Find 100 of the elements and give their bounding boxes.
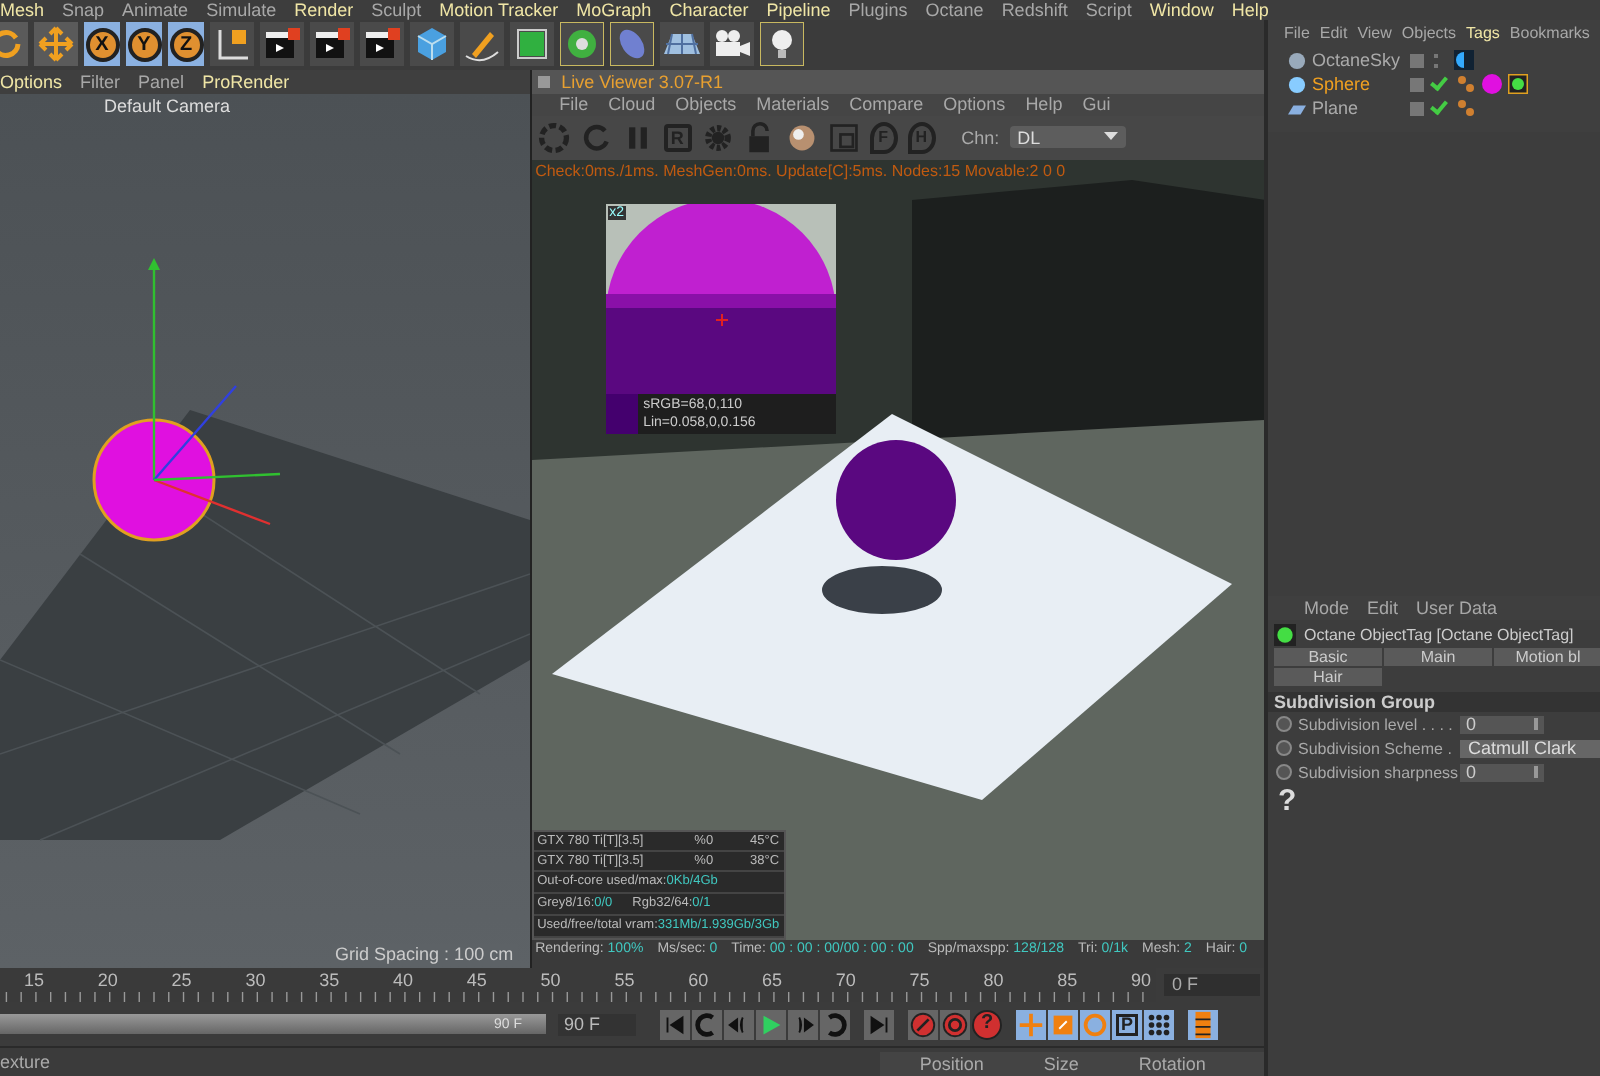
column-header: Rotation bbox=[1138, 1054, 1206, 1074]
end-frame-field[interactable]: 90 F bbox=[558, 1013, 636, 1036]
menu-item[interactable]: Cloud bbox=[608, 94, 656, 115]
menu-item[interactable]: Edit bbox=[1367, 598, 1399, 618]
rotate-icon[interactable] bbox=[1080, 1009, 1110, 1040]
animate-radio[interactable] bbox=[1276, 716, 1292, 732]
menu-item[interactable]: Panel bbox=[138, 71, 185, 92]
sky-tag-icon[interactable] bbox=[1454, 50, 1474, 70]
menu-item[interactable]: Render bbox=[294, 0, 354, 20]
menu-item[interactable]: Snap bbox=[62, 0, 105, 20]
attribute-tab[interactable]: Basic bbox=[1274, 648, 1382, 666]
menu-item[interactable]: File bbox=[1284, 24, 1310, 44]
menu-item[interactable]: Bookmarks bbox=[1509, 24, 1590, 44]
scale-icon[interactable] bbox=[1048, 1009, 1078, 1040]
phong-tag-icon[interactable] bbox=[1456, 98, 1476, 118]
animate-radio[interactable] bbox=[1276, 764, 1292, 780]
attribute-tab[interactable]: Main bbox=[1384, 648, 1492, 666]
object-tag-icon[interactable] bbox=[1508, 74, 1528, 94]
key-help-button[interactable]: ? bbox=[972, 1009, 1002, 1040]
camera-icon[interactable] bbox=[710, 22, 754, 67]
film-strip-icon[interactable] bbox=[1188, 1009, 1218, 1040]
menu-item[interactable]: Options bbox=[943, 94, 1006, 115]
animate-radio[interactable] bbox=[1276, 740, 1292, 756]
menu-item[interactable]: User Data bbox=[1416, 598, 1498, 618]
menu-item[interactable]: Redshift bbox=[1001, 0, 1068, 20]
menu-item[interactable]: Plugins bbox=[848, 0, 908, 20]
dots-grid-icon[interactable] bbox=[1144, 1009, 1174, 1040]
number-field[interactable]: 0 bbox=[1460, 763, 1544, 781]
scheme-dropdown[interactable]: Catmull Clark bbox=[1460, 739, 1600, 757]
light-bulb-icon[interactable] bbox=[760, 22, 804, 67]
render-stats-text: Check:0ms./1ms. MeshGen:0ms. Update[C]:5ms. Nodes:15 Movable:2 0 0 bbox=[535, 161, 1066, 180]
menu-item[interactable]: ProRender bbox=[202, 71, 290, 92]
object-name[interactable]: OctaneSky bbox=[1312, 50, 1404, 70]
menu-item[interactable]: Tags bbox=[1466, 24, 1500, 44]
number-field[interactable]: 0 bbox=[1460, 715, 1544, 733]
menu-item[interactable]: Sculpt bbox=[371, 0, 422, 20]
menu-item[interactable]: Materials bbox=[756, 94, 830, 115]
menu-item[interactable]: Motion Tracker bbox=[439, 0, 559, 20]
record-key-icon[interactable] bbox=[908, 1009, 938, 1040]
tab-label[interactable]: exture bbox=[0, 1052, 880, 1072]
menu-item[interactable]: Script bbox=[1085, 0, 1132, 20]
plane-icon bbox=[1288, 99, 1306, 117]
menu-item[interactable]: Options bbox=[0, 71, 63, 92]
axis-button[interactable]: X bbox=[84, 22, 120, 67]
menu-item[interactable]: Window bbox=[1149, 0, 1214, 20]
play-icon[interactable] bbox=[756, 1009, 786, 1040]
menu-item[interactable]: MoGraph bbox=[576, 0, 652, 20]
material-ball-icon[interactable] bbox=[785, 121, 818, 154]
attribute-tab[interactable]: Hair bbox=[1274, 668, 1382, 686]
step-forward-icon[interactable] bbox=[788, 1009, 818, 1040]
tick-label: 20 bbox=[97, 970, 118, 991]
auto-key-icon[interactable] bbox=[940, 1009, 970, 1040]
menu-item[interactable]: File bbox=[559, 94, 589, 115]
phong-tag-icon[interactable] bbox=[1456, 74, 1476, 94]
help-label[interactable]: ? bbox=[1268, 784, 1298, 818]
step-back-icon[interactable] bbox=[724, 1009, 754, 1040]
menu-item[interactable]: Filter bbox=[80, 71, 121, 92]
channel-dropdown[interactable]: DL bbox=[1009, 126, 1126, 149]
tick-label: 75 bbox=[909, 970, 930, 991]
menu-item[interactable]: Objects bbox=[1401, 24, 1457, 44]
enabled-checkmark[interactable] bbox=[1430, 72, 1448, 92]
parameter-key-button[interactable]: P bbox=[1112, 1009, 1142, 1040]
axis-button[interactable]: Y bbox=[126, 22, 162, 67]
tick-label: 45 bbox=[466, 970, 487, 991]
clapperboard-icon[interactable] bbox=[310, 22, 354, 67]
panel-handle-icon[interactable] bbox=[537, 75, 550, 88]
pen-icon[interactable] bbox=[460, 22, 504, 67]
timeline-ruler[interactable]: 15 20 25 30 35 40 45 50 55 60 65 70 75 80 85 90 bbox=[0, 968, 1156, 1003]
menu-item[interactable]: Character bbox=[669, 0, 749, 20]
cube-icon[interactable] bbox=[410, 22, 454, 67]
floor-icon[interactable] bbox=[660, 22, 704, 67]
frame-field[interactable]: 0 F bbox=[1164, 974, 1260, 997]
move-icon[interactable] bbox=[1016, 1009, 1046, 1040]
menu-item[interactable]: Compare bbox=[849, 94, 924, 115]
menu-item[interactable]: Help bbox=[1025, 94, 1063, 115]
menu-item[interactable]: Help bbox=[1231, 0, 1269, 20]
move-icon[interactable] bbox=[34, 22, 78, 67]
menu-item[interactable]: Animate bbox=[122, 0, 189, 20]
enabled-checkmark[interactable] bbox=[1430, 96, 1448, 116]
menu-item[interactable]: Octane bbox=[925, 0, 984, 20]
window-title: Live Viewer 3.07-R1 bbox=[561, 71, 723, 92]
coordinate-system-icon[interactable] bbox=[210, 22, 254, 67]
axis-button[interactable]: Z bbox=[168, 22, 204, 67]
column-header: Size bbox=[1043, 1054, 1079, 1074]
go-to-start-icon[interactable] bbox=[660, 1009, 690, 1040]
menu-item[interactable]: Objects bbox=[675, 94, 737, 115]
clapperboard-icon[interactable] bbox=[260, 22, 304, 67]
menu-item[interactable]: Mode bbox=[1304, 598, 1350, 618]
object-name[interactable]: Plane bbox=[1312, 98, 1404, 118]
object-name[interactable]: Sphere bbox=[1312, 74, 1404, 94]
menu-item[interactable]: Gui bbox=[1082, 94, 1111, 115]
menu-item[interactable]: Pipeline bbox=[766, 0, 831, 20]
menu-item[interactable]: Mesh bbox=[0, 0, 45, 20]
menu-item[interactable]: Simulate bbox=[206, 0, 277, 20]
clapperboard-icon[interactable] bbox=[360, 22, 404, 67]
attribute-tab[interactable]: Motion bl bbox=[1494, 648, 1600, 666]
parameter-label: Subdivision level . . . . bbox=[1298, 715, 1454, 733]
menu-item[interactable]: View bbox=[1357, 24, 1392, 44]
go-to-end-icon[interactable] bbox=[864, 1009, 894, 1040]
menu-item[interactable]: Edit bbox=[1319, 24, 1348, 44]
